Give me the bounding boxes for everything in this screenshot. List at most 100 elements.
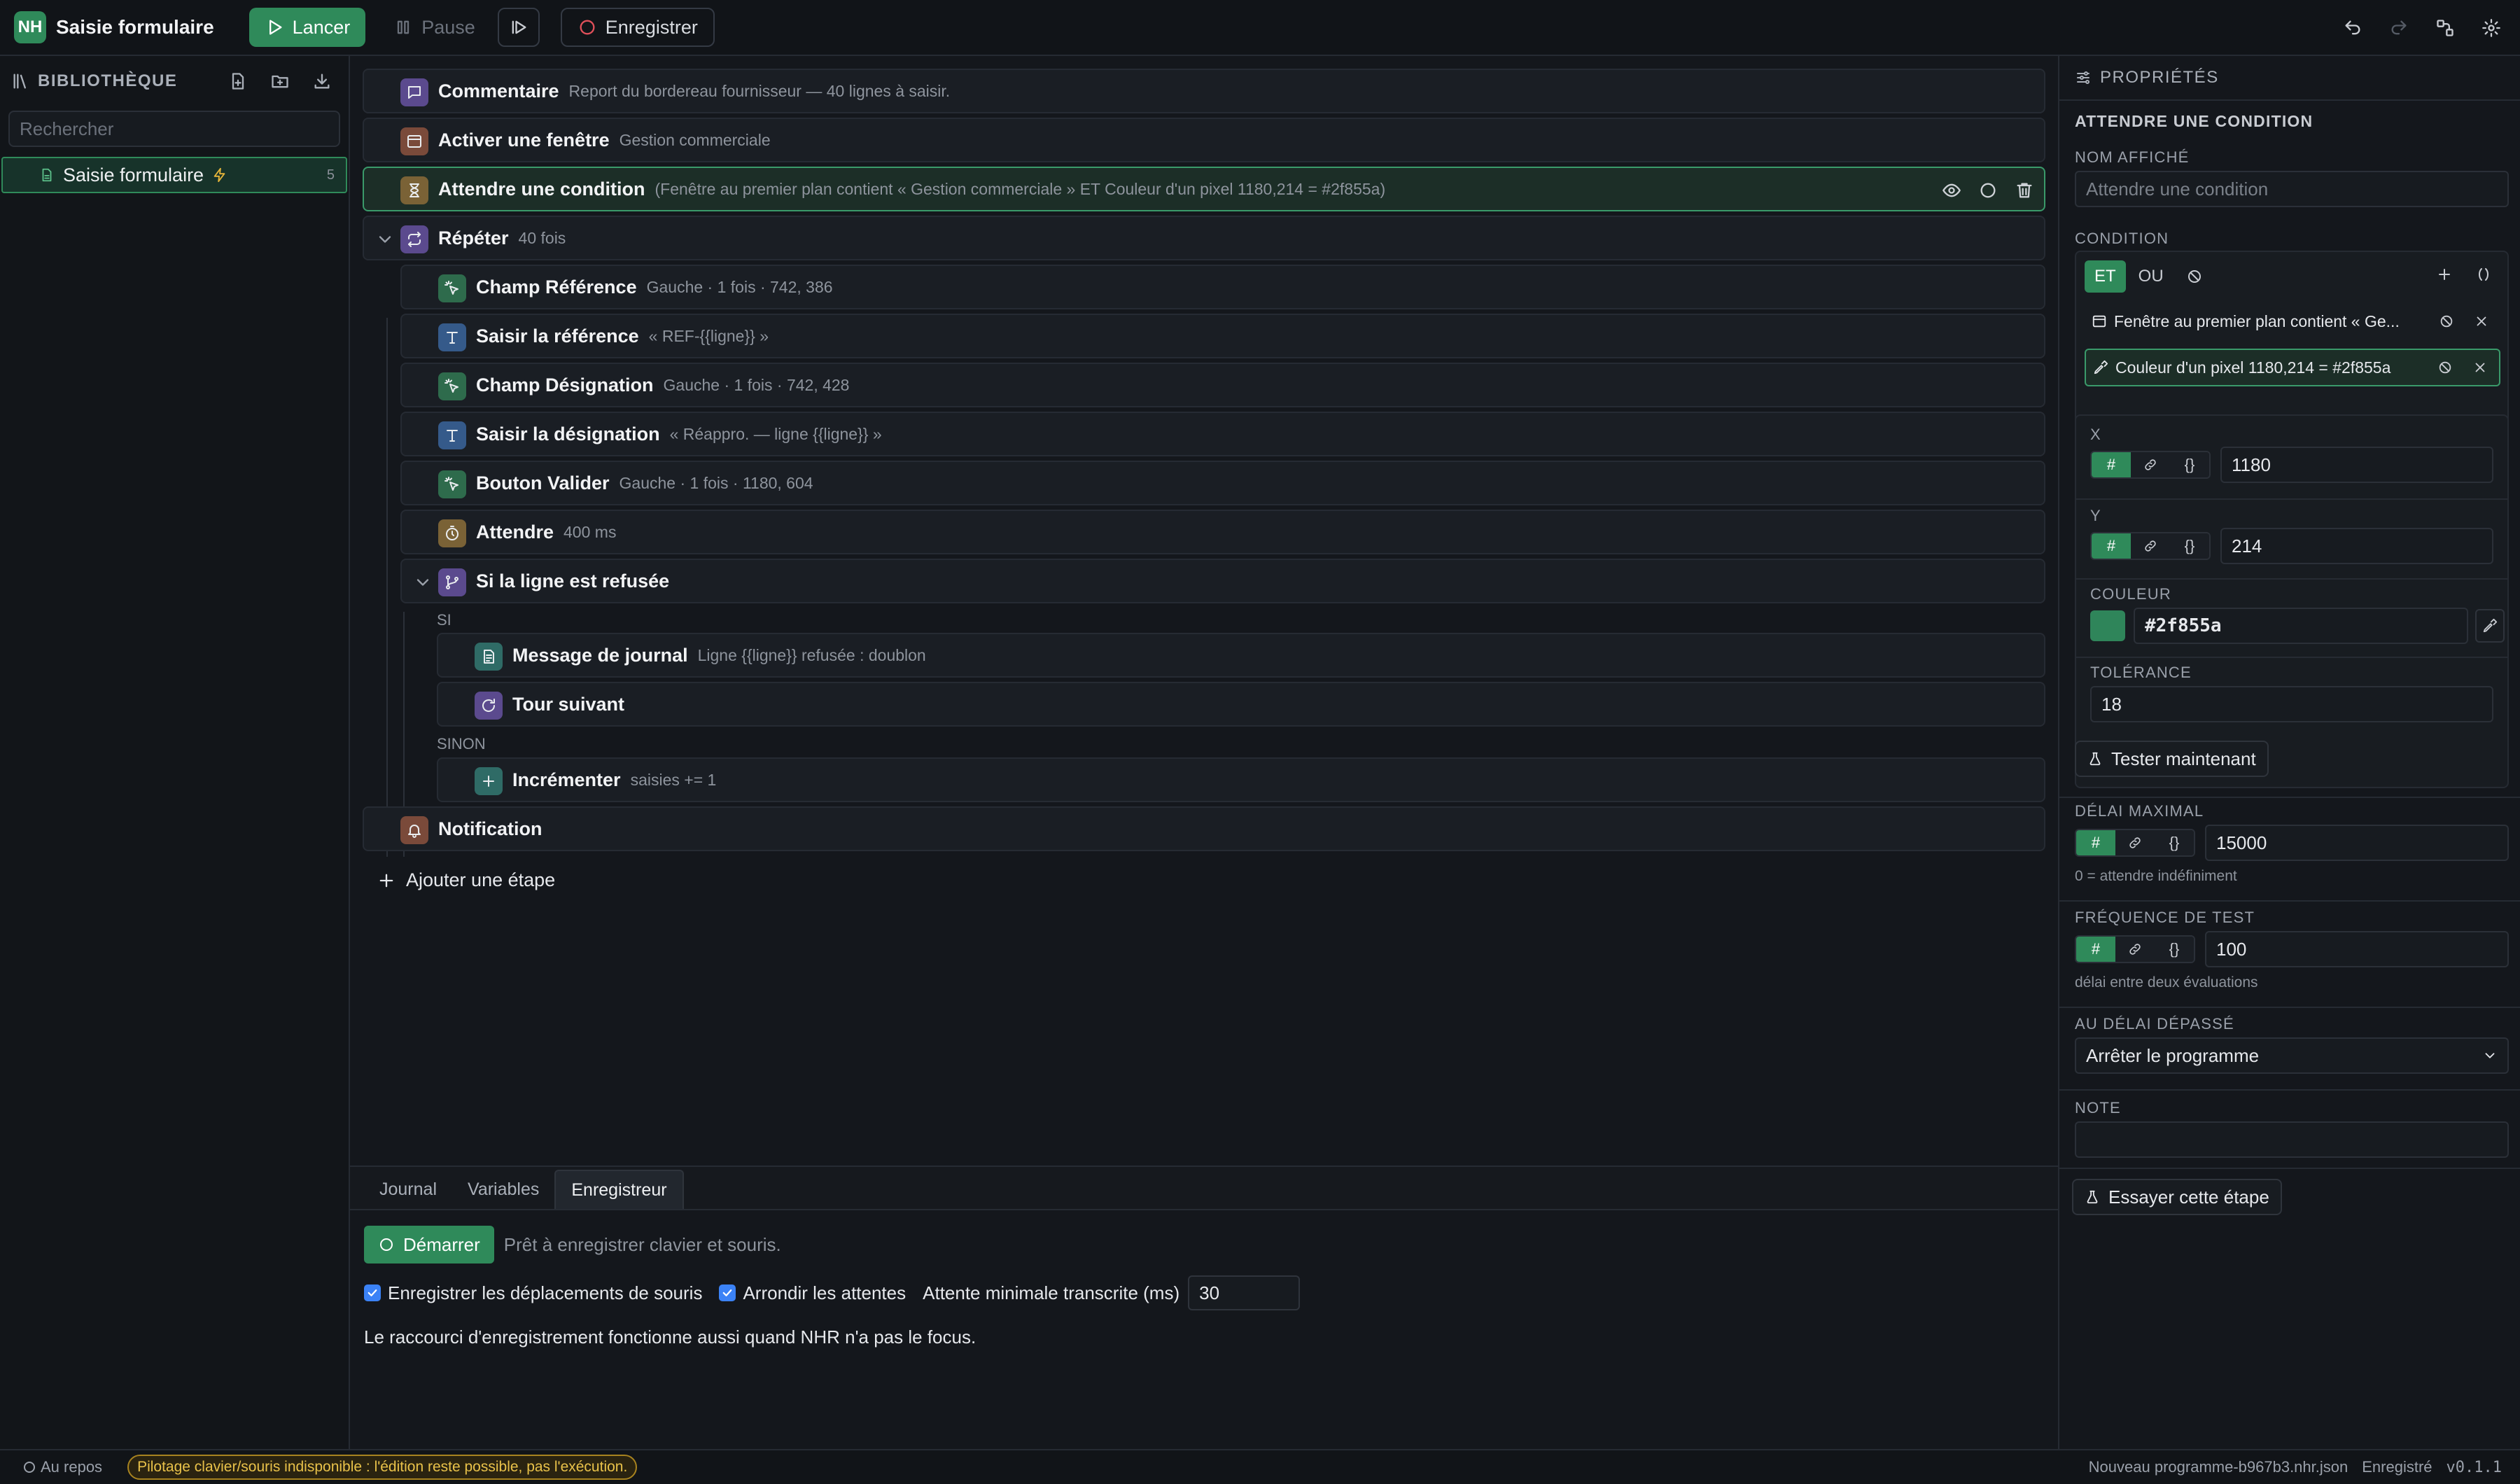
pause-button[interactable]: Pause — [378, 8, 491, 47]
step-repeat[interactable]: Répéter 40 fois — [363, 216, 2045, 260]
eye-icon[interactable] — [1942, 181, 1961, 200]
try-step-button[interactable]: Essayer cette étape — [2072, 1179, 2282, 1215]
x-label: X — [2090, 426, 2101, 443]
step-title: Répéter — [438, 227, 509, 248]
expression-mode-option[interactable]: {} — [2155, 937, 2194, 962]
trash-icon[interactable] — [2015, 181, 2034, 200]
variable-mode-option[interactable] — [2131, 533, 2170, 559]
run-button[interactable]: Lancer — [248, 8, 366, 47]
step-notification[interactable]: Notification — [363, 806, 2045, 851]
frequency-input[interactable]: 100 — [2205, 931, 2509, 967]
step-title: Bouton Valider — [476, 472, 610, 493]
step-comment[interactable]: Commentaire Report du bordereau fourniss… — [363, 69, 2045, 113]
divider — [2075, 498, 2509, 500]
variable-mode-option[interactable] — [2131, 452, 2170, 477]
pick-color-button[interactable] — [2475, 609, 2505, 643]
close-icon[interactable] — [2472, 360, 2488, 375]
expression-mode-option[interactable]: {} — [2170, 452, 2209, 477]
step-if-refused[interactable]: Si la ligne est refusée — [400, 559, 2045, 603]
test-now-button[interactable]: Tester maintenant — [2075, 741, 2269, 777]
warning-badge: Pilotage clavier/souris indisponible : l… — [127, 1455, 638, 1480]
expression-mode-option[interactable]: {} — [2155, 830, 2194, 855]
variable-mode-option[interactable] — [2115, 937, 2155, 962]
chevron-down-icon[interactable] — [375, 230, 395, 249]
pause-icon — [398, 20, 410, 34]
try-step-label: Essayer cette étape — [2108, 1186, 2269, 1208]
step-click-reference[interactable]: Champ Référence Gauche · 1 fois · 742, 3… — [400, 265, 2045, 309]
undo-button[interactable] — [2338, 8, 2367, 48]
step-next-iteration[interactable]: Tour suivant — [437, 682, 2045, 727]
file-icon — [42, 168, 52, 182]
round-waits-checkbox[interactable] — [719, 1284, 736, 1301]
number-mode-option[interactable]: # — [2076, 830, 2115, 855]
number-mode-option[interactable]: # — [2092, 533, 2131, 559]
play-icon — [269, 20, 282, 35]
x-mode-switch[interactable]: # {} — [2090, 451, 2211, 479]
breakpoint-icon[interactable] — [1978, 181, 1998, 200]
new-folder-icon[interactable] — [270, 71, 290, 91]
tab-variables[interactable]: Variables — [452, 1170, 554, 1209]
add-group-icon[interactable] — [2475, 266, 2492, 283]
import-icon[interactable] — [312, 71, 332, 91]
timeout-input[interactable]: 15000 — [2205, 825, 2509, 861]
step-click-designation[interactable]: Champ Désignation Gauche · 1 fois · 742,… — [400, 363, 2045, 407]
close-icon[interactable] — [2474, 314, 2489, 329]
or-toggle[interactable]: OU — [2129, 260, 2174, 293]
step-increment[interactable]: Incrémenter saisies += 1 — [437, 757, 2045, 802]
if-branch-label: SI — [437, 611, 451, 629]
step-activate-window[interactable]: Activer une fenêtre Gestion commerciale — [363, 118, 2045, 162]
sliders-icon — [2077, 71, 2090, 84]
step-wait[interactable]: Attendre 400 ms — [400, 510, 2045, 554]
tolerance-input[interactable]: 18 — [2090, 686, 2493, 722]
x-input[interactable]: 1180 — [2220, 447, 2493, 483]
redo-button[interactable] — [2384, 8, 2414, 48]
timeout-mode-switch[interactable]: # {} — [2075, 829, 2195, 857]
step-log-message[interactable]: Message de journal Ligne {{ligne}} refus… — [437, 633, 2045, 678]
y-input[interactable]: 214 — [2220, 528, 2493, 564]
note-input[interactable] — [2075, 1121, 2509, 1158]
variable-mode-option[interactable] — [2115, 830, 2155, 855]
step-run-button[interactable] — [497, 8, 540, 47]
new-file-icon[interactable] — [228, 71, 248, 91]
number-mode-option[interactable]: # — [2092, 452, 2131, 477]
record-button[interactable]: Enregistrer — [560, 8, 715, 47]
color-swatch[interactable] — [2090, 610, 2125, 641]
record-mouse-checkbox[interactable] — [364, 1284, 381, 1301]
step-type-reference[interactable]: Saisir la référence « REF-{{ligne}} » — [400, 314, 2045, 358]
connect-button[interactable] — [2430, 8, 2460, 48]
on-timeout-select[interactable]: Arrêter le programme — [2075, 1037, 2509, 1074]
color-input[interactable]: #2f855a — [2134, 608, 2468, 644]
frequency-hint: délai entre deux évaluations — [2075, 974, 2258, 990]
step-click-validate[interactable]: Bouton Valider Gauche · 1 fois · 1180, 6… — [400, 461, 2045, 505]
step-icon-badge — [438, 470, 466, 498]
library-item[interactable]: Saisie formulaire 5 — [1, 157, 347, 193]
step-type-designation[interactable]: Saisir la désignation « Réappro. — ligne… — [400, 412, 2045, 456]
add-condition-icon[interactable] — [2436, 266, 2453, 283]
negate-icon[interactable] — [2439, 314, 2454, 329]
start-recording-button[interactable]: Démarrer — [364, 1226, 494, 1264]
add-step-button[interactable]: Ajouter une étape — [377, 869, 555, 891]
number-mode-option[interactable]: # — [2076, 937, 2115, 962]
negate-group-button[interactable] — [2176, 260, 2213, 293]
step-wait-condition[interactable]: Attendre une condition (Fenêtre au premi… — [363, 167, 2045, 211]
library-search-input[interactable]: Rechercher — [8, 111, 340, 147]
chevron-down-icon[interactable] — [413, 573, 433, 592]
tab-journal[interactable]: Journal — [364, 1170, 452, 1209]
top-toolbar: NH Saisie formulaire Lancer Pause Enregi… — [0, 0, 2520, 56]
negate-icon[interactable] — [2437, 360, 2453, 375]
frequency-mode-switch[interactable]: # {} — [2075, 935, 2195, 963]
condition-item[interactable]: Fenêtre au premier plan contient « Ge... — [2085, 302, 2500, 340]
and-toggle[interactable]: ET — [2085, 260, 2126, 293]
step-type-heading: ATTENDRE UNE CONDITION — [2075, 112, 2314, 130]
flask-icon — [2090, 752, 2101, 766]
tab-recorder[interactable]: Enregistreur — [554, 1170, 684, 1209]
expression-mode-option[interactable]: {} — [2170, 533, 2209, 559]
condition-text: Fenêtre au premier plan contient « Ge... — [2114, 312, 2400, 330]
min-wait-input[interactable]: 30 — [1188, 1275, 1301, 1310]
condition-item-selected[interactable]: Couleur d'un pixel 1180,214 = #2f855a — [2085, 349, 2500, 386]
settings-button[interactable] — [2477, 8, 2506, 48]
y-mode-switch[interactable]: # {} — [2090, 532, 2211, 560]
divider — [2059, 900, 2520, 902]
display-name-input[interactable]: Attendre une condition — [2075, 171, 2509, 207]
redo-icon — [2391, 20, 2407, 35]
